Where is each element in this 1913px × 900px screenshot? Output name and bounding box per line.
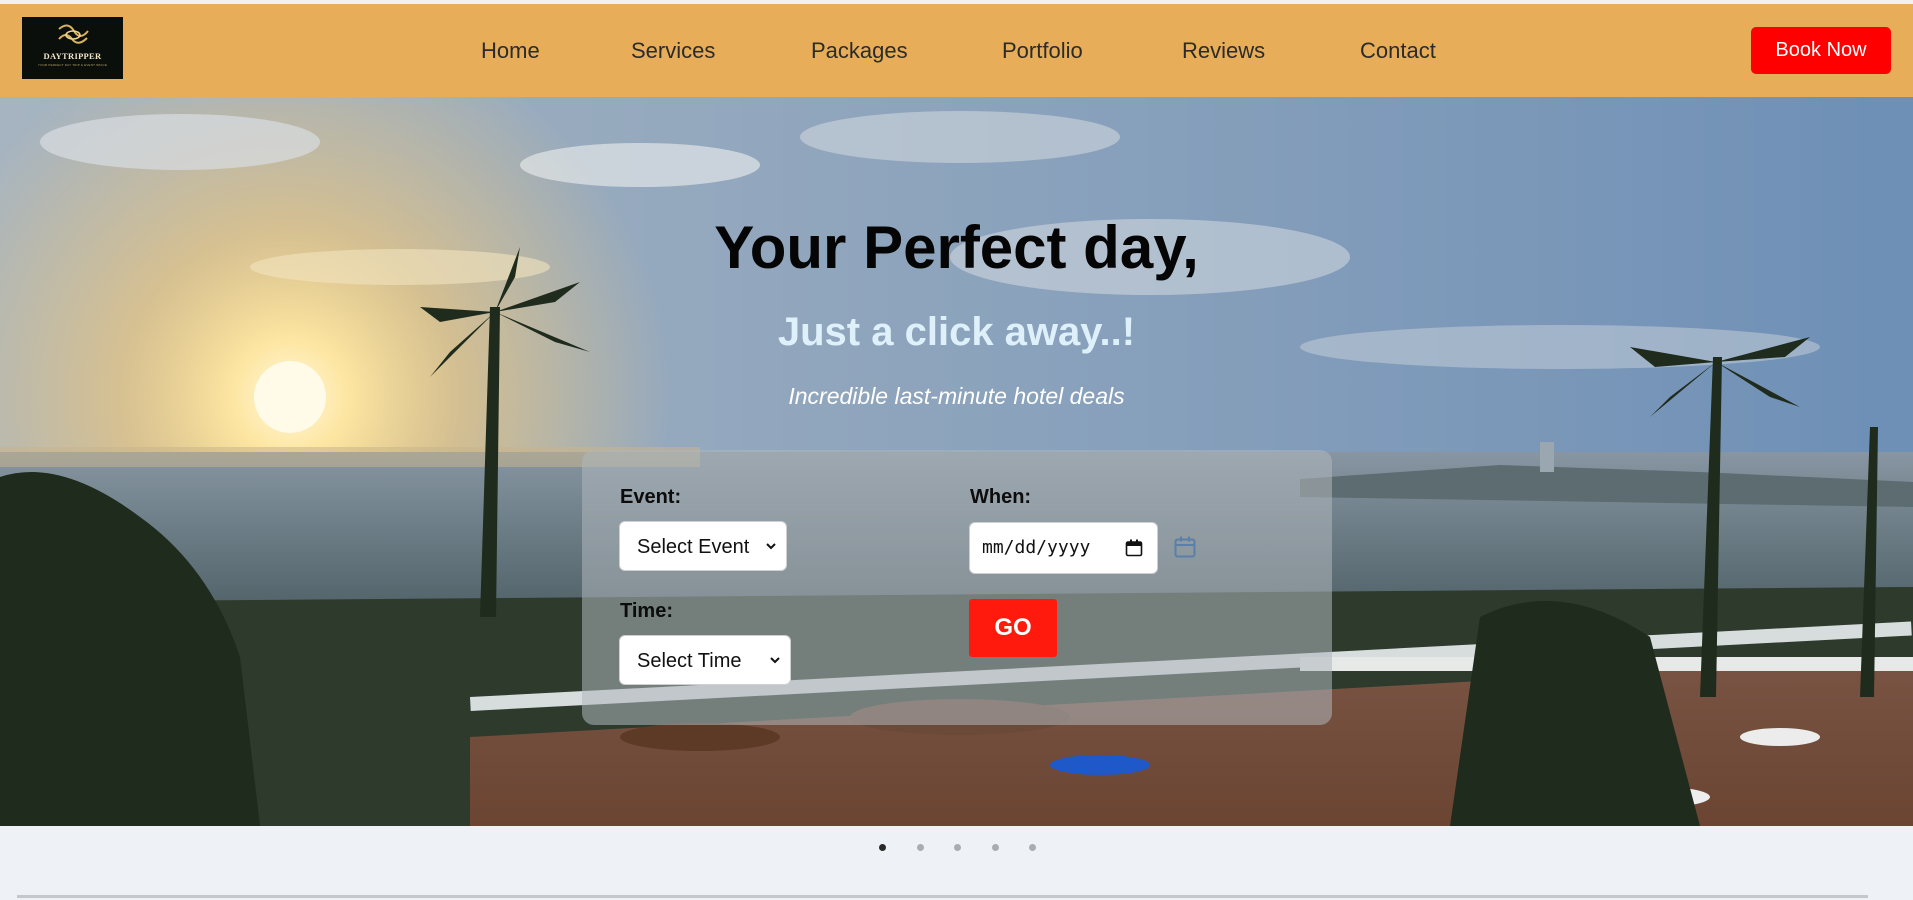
nav-reviews[interactable]: Reviews (1182, 38, 1265, 64)
carousel-dot[interactable] (954, 844, 961, 851)
section-divider (17, 895, 1868, 898)
carousel-dot[interactable] (916, 844, 924, 851)
site-header: DAYTRIPPER YOUR PERFECT DAY TRIP & EVENT… (0, 4, 1913, 97)
carousel-dots (0, 840, 1913, 856)
when-label: When: (970, 486, 1032, 508)
hero-tagline: Incredible last-minute hotel deals (788, 383, 1125, 409)
date-input[interactable]: mm/dd/yyyy (969, 522, 1158, 574)
book-now-button[interactable]: Book Now (1751, 27, 1891, 74)
carousel-dot[interactable] (1029, 844, 1036, 851)
hero-title: Your Perfect day, (714, 214, 1199, 281)
time-select[interactable]: Select Time (619, 635, 791, 685)
logo-name: DAYTRIPPER (43, 51, 102, 61)
time-label: Time: (620, 600, 673, 622)
nav-portfolio[interactable]: Portfolio (1002, 38, 1083, 64)
nav-services[interactable]: Services (631, 38, 715, 64)
nav-packages[interactable]: Packages (811, 38, 908, 64)
carousel-dot[interactable] (879, 844, 886, 851)
nav-home[interactable]: Home (481, 38, 540, 64)
calendar-picker-icon[interactable] (1173, 535, 1197, 559)
carousel-dot[interactable] (991, 844, 999, 851)
logo[interactable]: DAYTRIPPER YOUR PERFECT DAY TRIP & EVENT… (22, 17, 123, 79)
nav-contact[interactable]: Contact (1360, 38, 1436, 64)
logo-tagline: YOUR PERFECT DAY TRIP & EVENT SPACE (37, 63, 108, 67)
chevron-down-icon (766, 543, 776, 550)
hero-subtitle: Just a click away..! (777, 310, 1136, 354)
event-label: Event: (620, 486, 682, 508)
chevron-down-icon (770, 657, 780, 664)
booking-search-panel: Event: Select Event Time: Select Time Wh… (582, 450, 1332, 725)
go-button[interactable]: GO (969, 599, 1057, 657)
calendar-icon[interactable] (1125, 539, 1143, 557)
event-select-value: Select Event (637, 536, 750, 558)
time-select-value: Select Time (637, 650, 742, 672)
hero-slider: Your Perfect day, Just a click away..! I… (0, 97, 1913, 826)
date-placeholder: mm/dd/yyyy (982, 537, 1091, 558)
event-select[interactable]: Select Event (619, 521, 787, 571)
